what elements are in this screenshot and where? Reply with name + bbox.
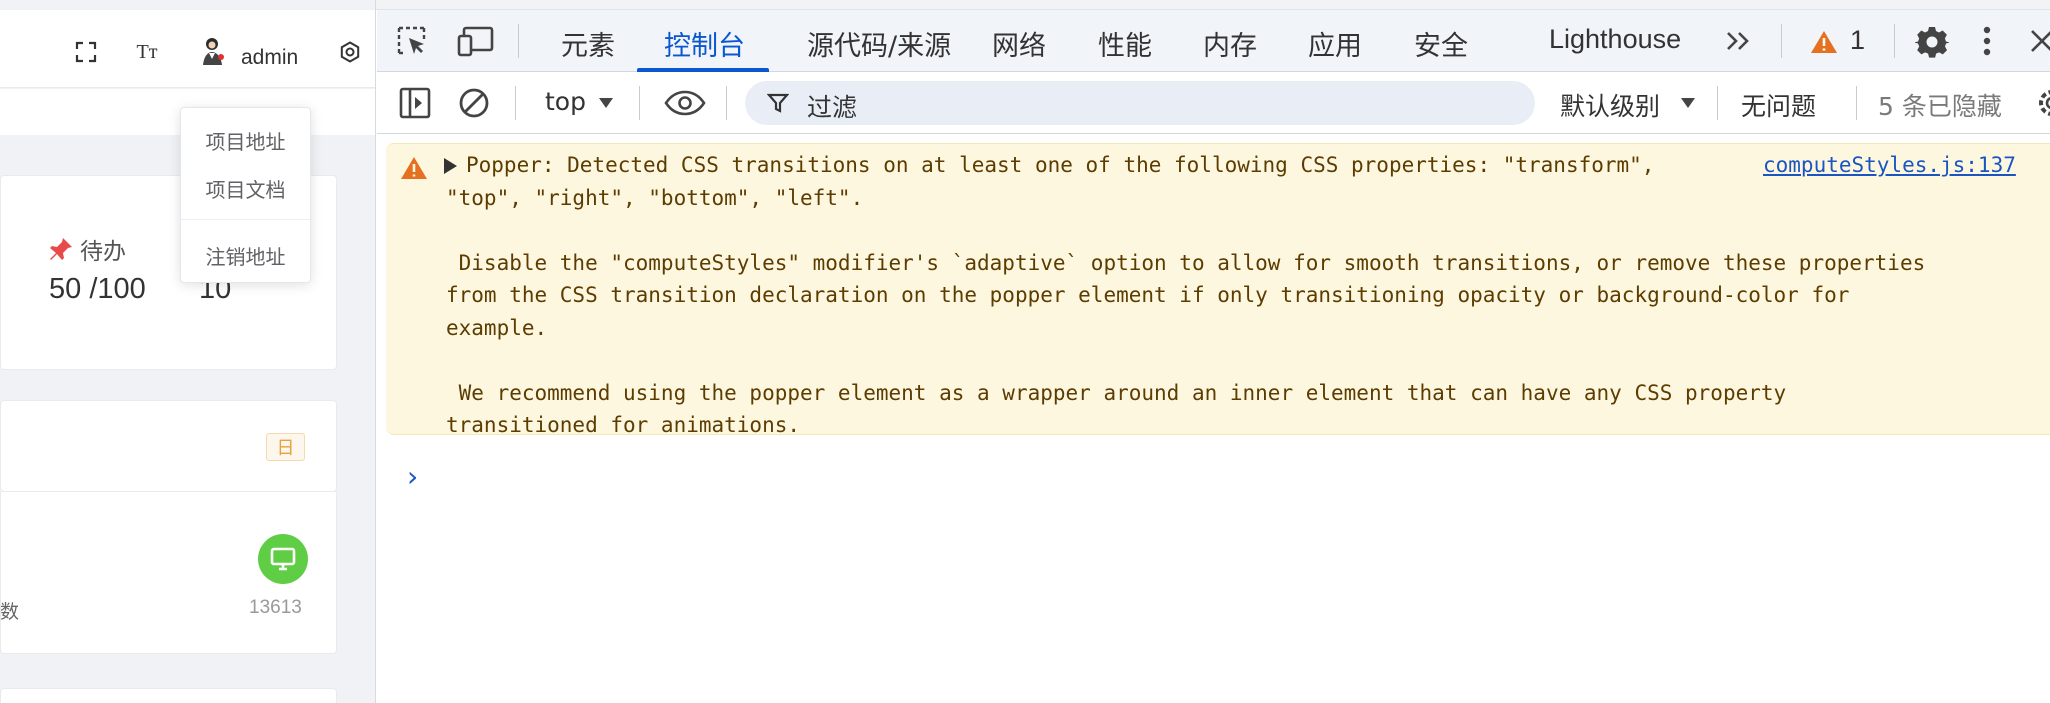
issues-button[interactable]: 无问题 <box>1741 87 1816 123</box>
divider <box>515 86 516 120</box>
log-level-arrow-icon[interactable] <box>1679 94 1697 112</box>
warning-line: from the CSS transition declaration on t… <box>446 283 1850 307</box>
devtools-panel: 元素 控制台 源代码/来源 网络 性能 内存 应用 安全 Lighthouse … <box>377 10 2050 703</box>
monitor-icon <box>258 534 308 584</box>
pin-icon <box>50 238 72 260</box>
warning-icon <box>400 156 428 184</box>
visitor-label-fragment: 数 <box>0 601 20 623</box>
avatar[interactable] <box>198 36 228 66</box>
dropdown-item-project-url[interactable]: 项目地址 <box>181 126 310 155</box>
visitor-count: 13613 <box>249 597 302 618</box>
user-name[interactable]: admin <box>241 46 298 70</box>
dropdown-item-logout[interactable]: 注销地址 <box>181 241 310 270</box>
dropdown-item-project-docs[interactable]: 项目文档 <box>181 174 310 203</box>
warning-icon[interactable] <box>1809 29 1839 55</box>
warning-line: example. <box>446 315 548 340</box>
warning-text: Popper: Detected CSS transitions on at l… <box>446 149 1925 442</box>
user-dropdown-menu: 项目地址 项目文档 注销地址 <box>180 107 311 283</box>
todo-value: 50 /100 <box>49 273 146 305</box>
warning-count[interactable]: 1 <box>1850 25 1865 56</box>
warning-line: Disable the "computeStyles" modifier's `… <box>446 250 1926 275</box>
inspect-element-icon[interactable] <box>395 24 429 58</box>
warning-line: We recommend using the popper element as… <box>446 380 1787 405</box>
next-card <box>0 688 337 703</box>
divider <box>639 86 640 120</box>
console-filter-input[interactable]: 过滤 <box>745 81 1535 125</box>
warning-line: "top", "right", "bottom", "left". <box>446 185 864 210</box>
fullscreen-icon[interactable] <box>72 38 100 66</box>
dropdown-divider <box>181 219 310 220</box>
more-tabs-icon[interactable] <box>1724 26 1754 56</box>
context-dropdown-arrow-icon[interactable] <box>597 94 615 112</box>
divider <box>1781 24 1782 58</box>
tab-lighthouse[interactable]: Lighthouse <box>1549 24 1681 55</box>
filter-icon <box>767 92 789 114</box>
warning-line: transitioned for animations. <box>446 413 801 437</box>
divider <box>1856 86 1857 120</box>
tab-elements[interactable]: 元素 <box>561 24 615 63</box>
tab-network[interactable]: 网络 <box>992 24 1046 63</box>
console-settings-icon[interactable] <box>2037 86 2050 120</box>
sidebar-toggle-icon[interactable] <box>398 86 432 120</box>
tab-console[interactable]: 控制台 <box>664 24 745 63</box>
tab-memory[interactable]: 内存 <box>1203 24 1257 63</box>
divider <box>518 24 519 58</box>
live-expression-eye-icon[interactable] <box>663 88 707 118</box>
tab-application[interactable]: 应用 <box>1308 24 1362 63</box>
app-pane: Tт admin 待办 50 /100 10 日 数 13613 项目地址 项目… <box>0 0 376 703</box>
source-link[interactable]: computeStyles.js:137 <box>1763 149 2016 182</box>
log-level-dropdown[interactable]: 默认级别 <box>1560 87 1660 123</box>
close-icon[interactable] <box>2029 28 2050 54</box>
clear-console-icon[interactable] <box>457 86 491 120</box>
context-selector[interactable]: top <box>545 87 586 116</box>
console-toolbar: top 过滤 默认级别 无问题 5 条已隐藏 <box>377 72 2050 134</box>
tab-performance[interactable]: 性能 <box>1098 24 1152 63</box>
console-warning-message[interactable]: Popper: Detected CSS transitions on at l… <box>386 143 2050 437</box>
warning-line-blank <box>446 344 1925 377</box>
tab-sources[interactable]: 源代码/来源 <box>807 24 951 63</box>
divider <box>1717 86 1718 120</box>
app-header: Tт admin <box>0 10 375 88</box>
devtools-tabbar: 元素 控制台 源代码/来源 网络 性能 内存 应用 安全 Lighthouse … <box>377 10 2050 72</box>
console-prompt-icon[interactable]: › <box>407 460 418 493</box>
device-toolbar-icon[interactable] <box>457 24 495 58</box>
divider <box>726 86 727 120</box>
gear-icon[interactable] <box>1914 24 1950 60</box>
day-badge[interactable]: 日 <box>266 433 305 461</box>
todo-label-text: 待办 <box>80 238 126 264</box>
todo-label: 待办 <box>48 232 126 266</box>
settings-icon[interactable] <box>336 38 364 66</box>
hidden-messages-count: 5 条已隐藏 <box>1878 92 2002 121</box>
warning-line: Popper: Detected CSS transitions on at l… <box>466 153 1655 177</box>
warning-line-blank <box>446 214 1925 247</box>
tab-security[interactable]: 安全 <box>1414 24 1468 63</box>
font-size-icon[interactable]: Tт <box>133 38 161 66</box>
divider <box>1894 24 1895 58</box>
kebab-menu-icon[interactable] <box>1977 24 1997 58</box>
filter-placeholder: 过滤 <box>807 93 858 122</box>
